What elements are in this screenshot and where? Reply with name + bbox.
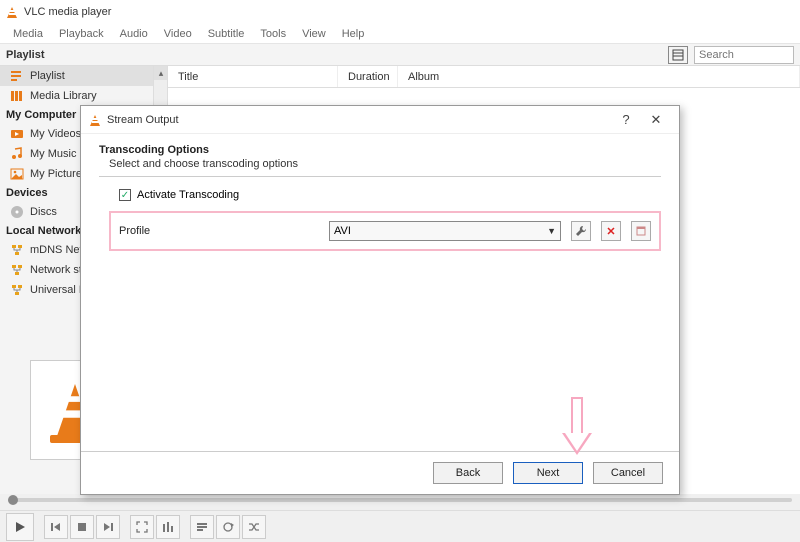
dialog-title: Stream Output: [107, 114, 611, 126]
list-view-icon: [672, 49, 684, 61]
shuffle-icon: [248, 521, 260, 533]
window-titlebar: VLC media player: [0, 0, 800, 24]
activate-transcoding-checkbox[interactable]: ✓ Activate Transcoding: [119, 189, 661, 201]
fullscreen-button[interactable]: [130, 515, 154, 539]
menu-help[interactable]: Help: [335, 26, 372, 42]
delete-profile-button[interactable]: ✕: [601, 221, 621, 241]
music-icon: [10, 147, 24, 161]
video-icon: [10, 127, 24, 141]
vlc-cone-icon: [89, 114, 101, 126]
next-button[interactable]: Next: [513, 462, 583, 484]
library-icon: [10, 89, 24, 103]
disc-icon: [10, 205, 24, 219]
checkbox-label: Activate Transcoding: [137, 189, 239, 201]
menu-subtitle[interactable]: Subtitle: [201, 26, 252, 42]
seek-track[interactable]: [8, 498, 792, 502]
menu-media[interactable]: Media: [6, 26, 50, 42]
chevron-down-icon: ▼: [547, 226, 556, 236]
player-controls: [0, 510, 800, 542]
loop-button[interactable]: [216, 515, 240, 539]
sidebar-item-label: My Pictures: [30, 168, 87, 180]
x-icon: ✕: [606, 225, 615, 238]
fullscreen-icon: [136, 521, 148, 533]
new-profile-button[interactable]: [631, 221, 651, 241]
playlist-icon: [10, 69, 24, 83]
dialog-body: Transcoding Options Select and choose tr…: [81, 134, 679, 451]
stop-button[interactable]: [70, 515, 94, 539]
profile-label: Profile: [119, 225, 319, 237]
section-subtitle: Select and choose transcoding options: [109, 158, 661, 170]
view-mode-button[interactable]: [668, 46, 688, 64]
network-icon: [10, 263, 24, 277]
stream-output-dialog: Stream Output ? ✕ Transcoding Options Se…: [80, 105, 680, 495]
dialog-titlebar: Stream Output ? ✕: [81, 106, 679, 134]
wrench-icon: [575, 225, 587, 237]
sidebar-item-label: My Music: [30, 148, 76, 160]
sidebar-item-label: My Videos: [30, 128, 81, 140]
menu-tools[interactable]: Tools: [253, 26, 293, 42]
seek-bar[interactable]: [0, 494, 800, 506]
playlist-label: Playlist: [6, 49, 45, 61]
shuffle-button[interactable]: [242, 515, 266, 539]
menu-bar: Media Playback Audio Video Subtitle Tool…: [0, 24, 800, 44]
loop-icon: [222, 521, 234, 533]
prev-button[interactable]: [44, 515, 68, 539]
network-icon: [10, 243, 24, 257]
next-button[interactable]: [96, 515, 120, 539]
divider: [99, 176, 661, 177]
play-button[interactable]: [6, 513, 34, 541]
new-profile-icon: [635, 225, 647, 237]
menu-audio[interactable]: Audio: [113, 26, 155, 42]
checkbox-icon: ✓: [119, 189, 131, 201]
equalizer-icon: [162, 521, 174, 533]
sidebar-item-label: Playlist: [30, 70, 65, 82]
skip-next-icon: [102, 521, 114, 533]
col-title[interactable]: Title: [168, 66, 338, 87]
search-input[interactable]: [694, 46, 794, 64]
scroll-up-icon[interactable]: ▴: [154, 66, 168, 80]
play-icon: [14, 521, 26, 533]
playlist-header: Playlist: [0, 44, 800, 66]
help-button[interactable]: ?: [611, 109, 641, 131]
edit-profile-button[interactable]: [571, 221, 591, 241]
cancel-button[interactable]: Cancel: [593, 462, 663, 484]
back-button[interactable]: Back: [433, 462, 503, 484]
menu-view[interactable]: View: [295, 26, 333, 42]
profile-row: Profile AVI ▼ ✕: [109, 211, 661, 251]
stop-icon: [77, 522, 87, 532]
dialog-footer: Back Next Cancel: [81, 451, 679, 494]
profile-select[interactable]: AVI ▼: [329, 221, 561, 241]
col-album[interactable]: Album: [398, 66, 800, 87]
vlc-cone-icon: [6, 6, 18, 18]
window-title: VLC media player: [24, 6, 111, 18]
ext-settings-button[interactable]: [156, 515, 180, 539]
network-icon: [10, 283, 24, 297]
sidebar-item-media-library[interactable]: Media Library: [0, 86, 167, 106]
playlist-icon: [196, 521, 208, 533]
profile-value: AVI: [334, 225, 351, 237]
col-duration[interactable]: Duration: [338, 66, 398, 87]
sidebar-item-label: Discs: [30, 206, 57, 218]
sidebar-item-label: Media Library: [30, 90, 97, 102]
skip-prev-icon: [50, 521, 62, 533]
section-title: Transcoding Options: [99, 144, 661, 156]
menu-playback[interactable]: Playback: [52, 26, 111, 42]
close-button[interactable]: ✕: [641, 109, 671, 131]
menu-video[interactable]: Video: [157, 26, 199, 42]
column-headers: Title Duration Album: [168, 66, 800, 88]
playlist-toggle-button[interactable]: [190, 515, 214, 539]
picture-icon: [10, 167, 24, 181]
sidebar-item-playlist[interactable]: Playlist: [0, 66, 167, 86]
